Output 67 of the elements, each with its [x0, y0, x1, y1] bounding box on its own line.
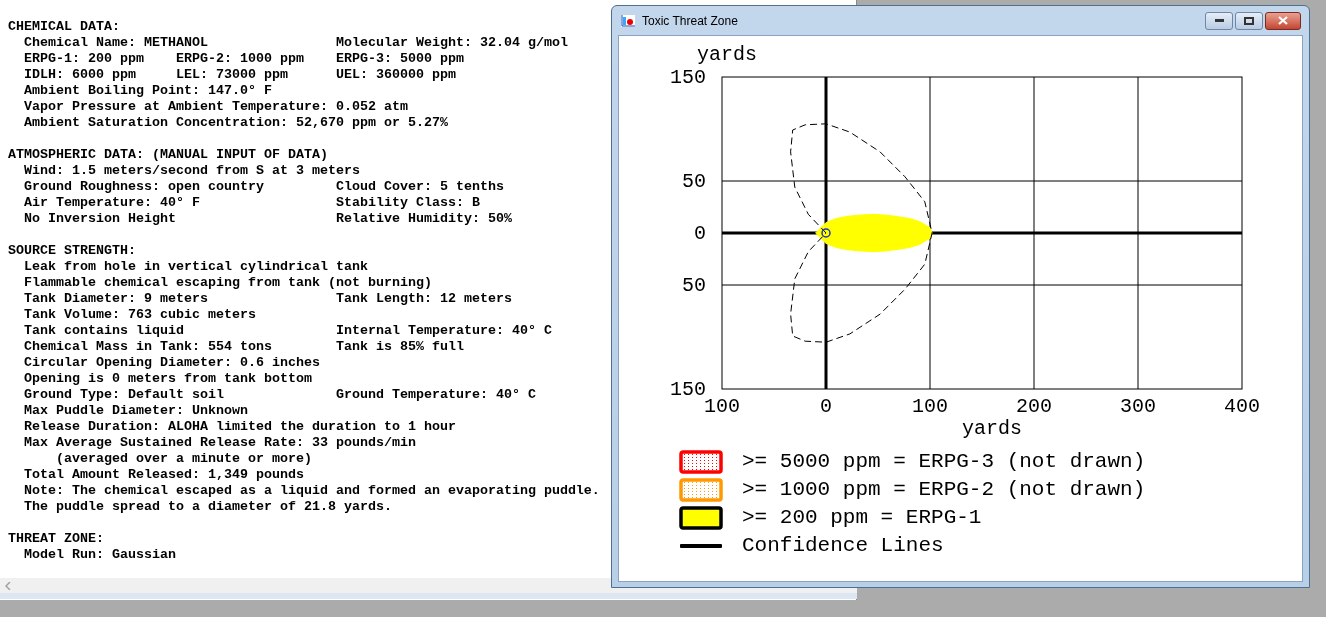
report-text: IDLH: 6000 ppm LEL: 73000 ppm	[23, 67, 289, 83]
report-text: Model Run: Gaussian	[23, 547, 176, 563]
tick-label: 50	[682, 170, 706, 193]
report-text: Chemical Mass in Tank: 554 tons	[23, 339, 273, 355]
report-text: Ambient Saturation Concentration: 52,670 ppm or 5.27%	[23, 115, 448, 131]
maximize-icon	[1244, 16, 1254, 25]
legend-label: Confidence Lines	[742, 534, 944, 558]
section-heading: SOURCE STRENGTH:	[8, 243, 136, 259]
report-text: Ground Type: Default soil	[23, 387, 225, 403]
report-text: Tank is 85% full	[336, 339, 464, 355]
report-text: Vapor Pressure at Ambient Temperature: 0.052 atm	[23, 99, 408, 115]
report-text: Ambient Boiling Point: 147.0° F	[23, 83, 272, 99]
report-text: Tank Diameter: 9 meters	[23, 291, 209, 307]
minimize-button[interactable]	[1205, 11, 1233, 30]
report-text: Air Temperature: 40° F	[23, 195, 201, 211]
report-text: Internal Temperature: 40° C	[336, 323, 552, 339]
maximize-button[interactable]	[1235, 11, 1263, 30]
report-text: Relative Humidity: 50%	[336, 211, 512, 227]
tick-label: 100	[704, 395, 740, 418]
report-text: Stability Class: B	[336, 195, 480, 211]
tick-label: 100	[912, 395, 948, 418]
legend-label: >= 1000 ppm = ERPG-2 (not drawn)	[742, 478, 1146, 502]
report-text: Molecular Weight: 32.04 g/mol	[336, 35, 568, 51]
report-text: Note: The chemical escaped as a liquid and formed an evaporating puddle.	[23, 483, 600, 499]
close-icon	[1278, 16, 1288, 25]
legend-label: >= 5000 ppm = ERPG-3 (not drawn)	[742, 450, 1146, 474]
axis-title: yards	[697, 43, 757, 66]
window-title: Toxic Threat Zone	[642, 12, 738, 30]
section-heading: ATMOSPHERIC DATA: (MANUAL INPUT OF DATA)	[8, 147, 328, 163]
report-text: UEL: 360000 ppm	[336, 67, 456, 83]
tick-label: 0	[820, 395, 832, 418]
report-text: Max Average Sustained Release Rate: 33 pounds/min	[23, 435, 416, 451]
report-text: Chemical Name: METHANOL	[23, 35, 209, 51]
report-text: Flammable chemical escaping from tank (not burning)	[23, 275, 432, 291]
tick-label: 400	[1224, 395, 1260, 418]
report-text: Opening is 0 meters from tank bottom	[23, 371, 312, 387]
legend-label: >= 200 ppm = ERPG-1	[742, 506, 982, 530]
tick-label: 300	[1120, 395, 1156, 418]
report-text: No Inversion Height	[23, 211, 177, 227]
report-text: ERPG-3: 5000 ppm	[336, 51, 464, 67]
tick-label: 0	[694, 222, 706, 245]
chart-app-icon	[620, 13, 636, 28]
report-text: Tank Length: 12 meters	[336, 291, 512, 307]
report-text: Ground Roughness: open country	[23, 179, 265, 195]
report-text: Total Amount Released: 1,349 pounds	[23, 467, 304, 483]
minimize-icon	[1214, 19, 1224, 22]
report-text: Leak from hole in vertical cylindrical tank	[23, 259, 368, 275]
report-text: Ground Temperature: 40° C	[336, 387, 536, 403]
tick-label: 150	[670, 378, 706, 401]
report-text: (averaged over a minute or more)	[55, 451, 312, 467]
axis-title: yards	[962, 417, 1022, 440]
report-text: The puddle spread to a diameter of 21.8 yards.	[23, 499, 392, 515]
report-text: Circular Opening Diameter: 0.6 inches	[23, 355, 320, 371]
tick-label: 150	[670, 66, 706, 89]
report-text: Tank contains liquid	[23, 323, 185, 339]
report-text: ERPG-1: 200 ppm ERPG-2: 1000 ppm	[23, 51, 305, 67]
report-text: Tank Volume: 763 cubic meters	[23, 307, 256, 323]
tick-label: 50	[682, 274, 706, 297]
report-text: Wind: 1.5 meters/second from S at 3 meters	[23, 163, 360, 179]
close-button[interactable]	[1265, 11, 1301, 30]
report-text: Release Duration: ALOHA limited the duration to 1 hour	[23, 419, 456, 435]
section-heading: CHEMICAL DATA:	[8, 19, 120, 35]
source-marker-icon	[821, 228, 831, 238]
report-text: Max Puddle Diameter: Unknown	[23, 403, 248, 419]
tick-label: 200	[1016, 395, 1052, 418]
report-text: Cloud Cover: 5 tenths	[336, 179, 504, 195]
section-heading: THREAT ZONE:	[8, 531, 104, 547]
